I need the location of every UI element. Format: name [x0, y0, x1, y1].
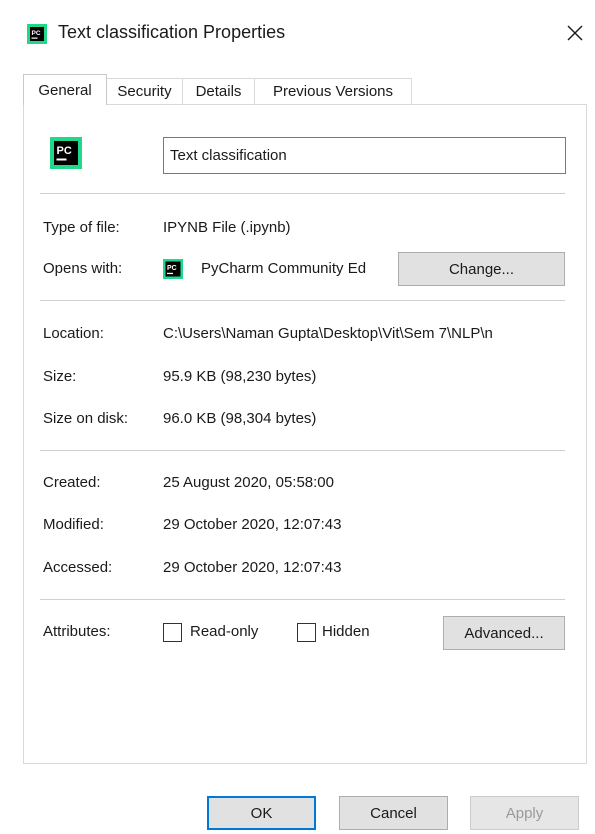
svg-text:PC: PC [57, 145, 72, 157]
separator [40, 300, 565, 301]
tab-general[interactable]: General [23, 74, 107, 105]
tab-general-label: General [38, 81, 92, 99]
tab-previous-versions[interactable]: Previous Versions [254, 78, 412, 104]
tab-security[interactable]: Security [106, 78, 183, 104]
separator [40, 450, 565, 451]
read-only-label[interactable]: Read-only [190, 623, 258, 640]
advanced-button[interactable]: Advanced... [443, 616, 565, 650]
hidden-label[interactable]: Hidden [322, 623, 370, 640]
svg-text:PC: PC [167, 265, 177, 272]
type-of-file-label: Type of file: [43, 219, 120, 236]
svg-text:PC: PC [32, 30, 41, 37]
tab-details[interactable]: Details [182, 78, 255, 104]
modified-label: Modified: [43, 516, 104, 533]
hidden-checkbox[interactable] [297, 623, 316, 642]
pycharm-icon: PC [27, 24, 47, 44]
opens-with-label: Opens with: [43, 260, 123, 277]
created-label: Created: [43, 474, 101, 491]
file-name-input[interactable] [163, 137, 566, 174]
accessed-value: 29 October 2020, 12:07:43 [163, 559, 342, 576]
close-icon [567, 25, 583, 41]
separator [40, 193, 565, 194]
tab-details-label: Details [195, 83, 242, 100]
modified-value: 29 October 2020, 12:07:43 [163, 516, 342, 533]
general-panel [23, 104, 587, 764]
title-bar[interactable]: PC Text classification Properties [0, 0, 595, 62]
pycharm-app-icon: PC [163, 259, 183, 279]
location-value[interactable]: C:\Users\Naman Gupta\Desktop\Vit\Sem 7\N… [163, 325, 573, 342]
window-title: Text classification Properties [58, 22, 286, 42]
tab-previous-versions-label: Previous Versions [272, 83, 394, 100]
size-value: 95.9 KB (98,230 bytes) [163, 368, 317, 385]
opens-with-value: PyCharm Community Ed [201, 260, 367, 277]
created-value: 25 August 2020, 05:58:00 [163, 474, 334, 491]
accessed-label: Accessed: [43, 559, 113, 576]
location-label: Location: [43, 325, 104, 342]
change-button[interactable]: Change... [398, 252, 565, 286]
size-label: Size: [43, 368, 77, 385]
size-on-disk-value: 96.0 KB (98,304 bytes) [163, 410, 317, 427]
close-button[interactable] [560, 18, 590, 48]
separator [40, 599, 565, 600]
apply-button[interactable]: Apply [470, 796, 579, 830]
tab-security-label: Security [117, 83, 172, 100]
cancel-button[interactable]: Cancel [339, 796, 448, 830]
type-of-file-value: IPYNB File (.ipynb) [163, 219, 291, 236]
properties-window: PC Text classification Properties Genera… [0, 0, 595, 834]
pycharm-file-icon: PC [50, 137, 82, 169]
attributes-label: Attributes: [43, 623, 111, 640]
read-only-checkbox[interactable] [163, 623, 182, 642]
size-on-disk-label: Size on disk: [43, 410, 129, 427]
ok-button[interactable]: OK [207, 796, 316, 830]
